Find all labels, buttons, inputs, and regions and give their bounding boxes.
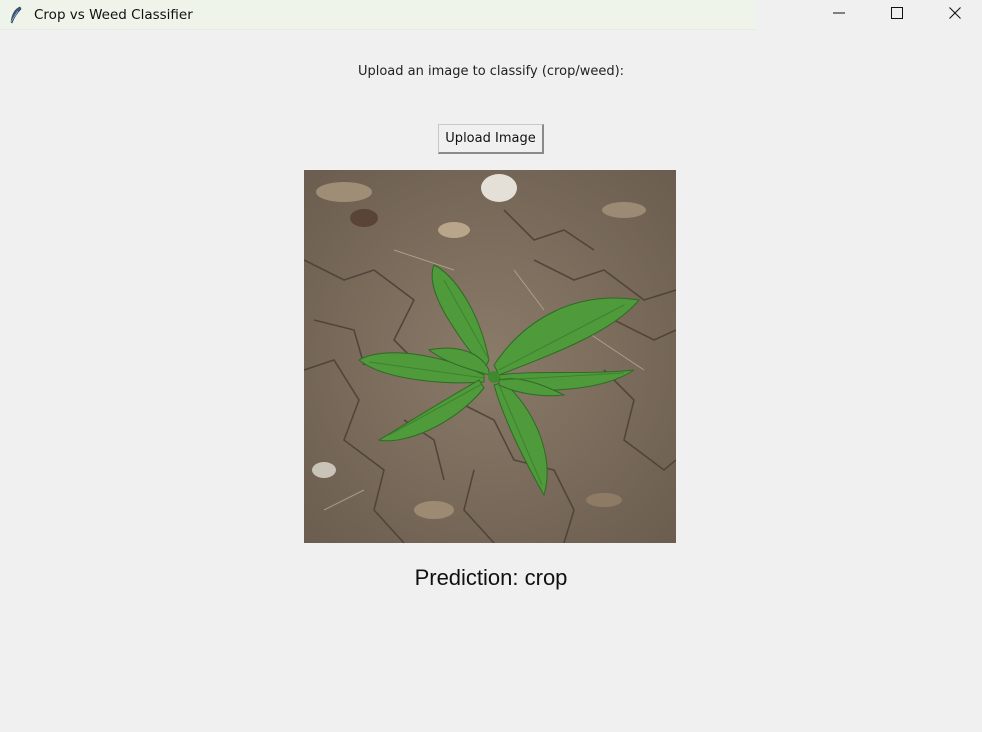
prediction-label: Prediction: crop xyxy=(414,565,568,590)
feather-icon xyxy=(9,6,23,24)
uploaded-image-preview xyxy=(304,170,676,543)
upload-image-button[interactable]: Upload Image xyxy=(438,124,544,154)
plant-photo xyxy=(304,170,676,543)
minimize-icon xyxy=(833,6,845,24)
close-button[interactable] xyxy=(926,0,982,30)
instruction-label: Upload an image to classify (crop/weed): xyxy=(357,64,625,79)
maximize-icon xyxy=(891,6,903,24)
minimize-button[interactable] xyxy=(810,0,868,30)
close-icon xyxy=(949,6,961,24)
maximize-button[interactable] xyxy=(868,0,926,30)
title-bar: Crop vs Weed Classifier xyxy=(0,0,982,30)
window-title: Crop vs Weed Classifier xyxy=(34,7,193,23)
